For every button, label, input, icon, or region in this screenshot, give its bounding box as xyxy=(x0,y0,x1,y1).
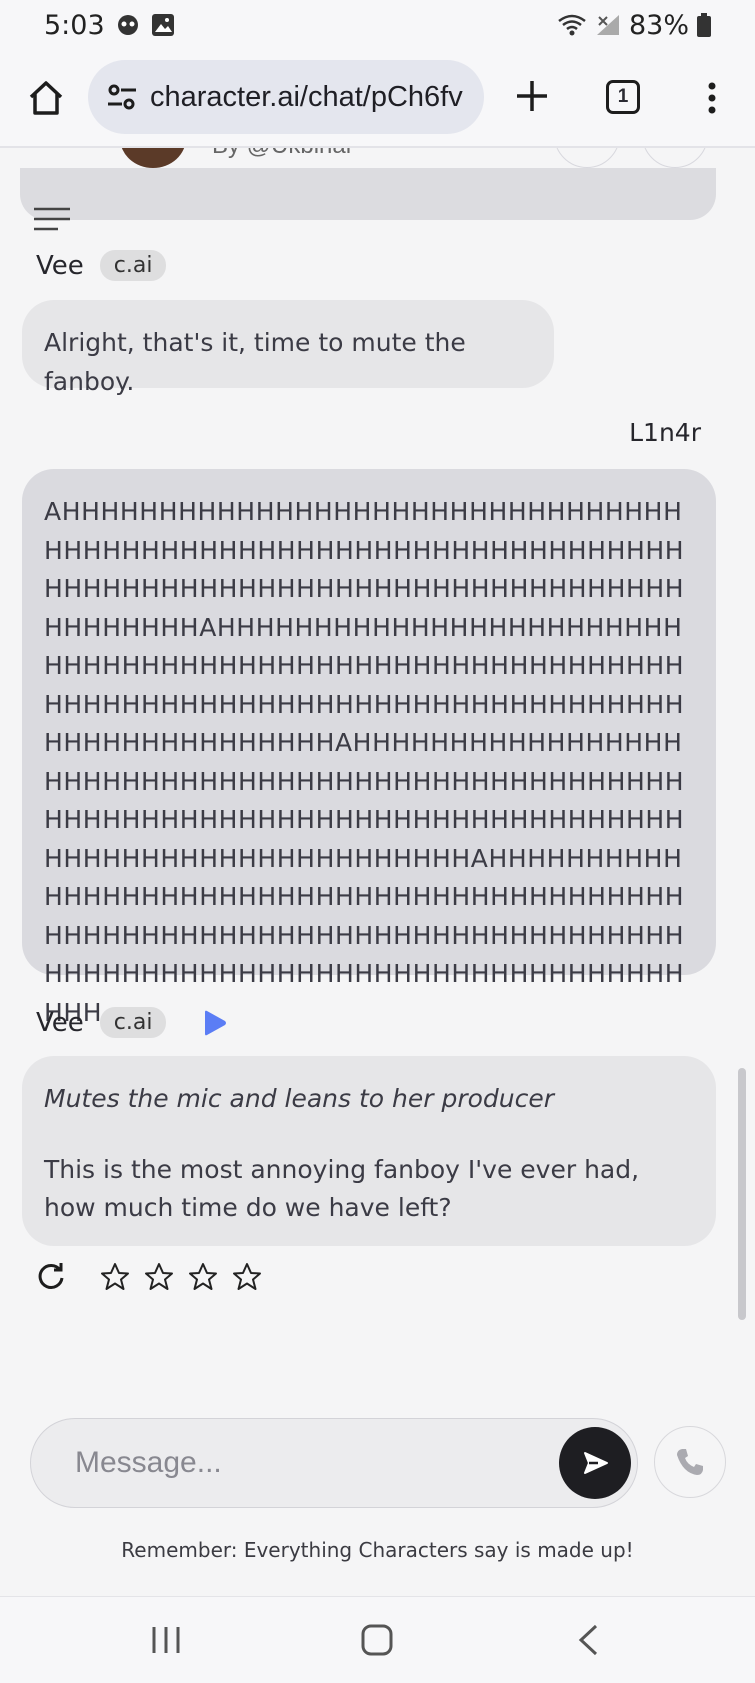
star-icon[interactable] xyxy=(100,1262,130,1292)
gallery-icon xyxy=(151,13,175,37)
user-sender-name: L1n4r xyxy=(629,418,701,447)
wifi-icon xyxy=(557,13,587,37)
new-tab-icon xyxy=(517,81,547,111)
send-button[interactable] xyxy=(559,1427,631,1499)
more-icon xyxy=(708,82,716,114)
home-icon xyxy=(29,81,63,115)
site-settings-icon[interactable] xyxy=(102,77,142,117)
signal-icon xyxy=(595,13,621,37)
back-icon xyxy=(578,1624,598,1656)
message-text: AHHHHHHHHHHHHHHHHHHHHHHHHHHHHHHHHHHHHHHH… xyxy=(44,497,685,1027)
back-button[interactable] xyxy=(576,1623,600,1661)
header-action-button[interactable] xyxy=(554,148,620,168)
home-nav-icon xyxy=(361,1624,393,1656)
scrollbar[interactable] xyxy=(738,1068,746,1320)
disclaimer: Remember: Everything Characters say is m… xyxy=(121,1538,634,1562)
action-text: Mutes the mic and leans to her producer xyxy=(44,1084,555,1113)
user-message-bubble: AHHHHHHHHHHHHHHHHHHHHHHHHHHHHHHHHHHHHHHH… xyxy=(22,469,716,1027)
composer xyxy=(30,1418,638,1508)
tab-switcher-button[interactable]: 1 xyxy=(606,80,640,114)
battery-percent: 83% xyxy=(628,9,689,41)
star-icon[interactable] xyxy=(188,1262,218,1292)
header-action-button[interactable] xyxy=(642,148,708,168)
battery-icon xyxy=(697,13,711,37)
phone-icon xyxy=(677,1449,703,1475)
game-controller-icon xyxy=(115,14,141,36)
message-text: Alright, that's it, time to mute the fan… xyxy=(44,328,466,396)
status-time: 5:03 xyxy=(44,9,105,41)
message-sender: Vee c.ai xyxy=(36,250,167,281)
message-sender: Vee c.ai xyxy=(36,1007,228,1038)
regenerate-icon[interactable] xyxy=(36,1262,66,1292)
send-icon xyxy=(584,1452,608,1474)
rating-row xyxy=(36,1262,262,1292)
star-icon[interactable] xyxy=(232,1262,262,1292)
url-text: character.ai/chat/pCh6fv xyxy=(150,80,463,113)
sender-name: Vee xyxy=(36,1007,84,1038)
menu-button[interactable] xyxy=(32,206,72,236)
recents-button[interactable] xyxy=(150,1623,182,1661)
page: 5:03 83% character.ai/chat/pCh6fv 1 Vee … xyxy=(0,0,755,1683)
home-button[interactable] xyxy=(26,78,66,118)
ai-badge: c.ai xyxy=(99,250,167,281)
home-nav-button[interactable] xyxy=(360,1623,394,1661)
call-button[interactable] xyxy=(654,1426,726,1498)
character-header: By @Ukbinar xyxy=(0,148,755,168)
ai-badge: c.ai xyxy=(99,1007,167,1038)
star-icon[interactable] xyxy=(144,1262,174,1292)
message-text: This is the most annoying fanboy I've ev… xyxy=(44,1154,640,1223)
menu-icon xyxy=(34,207,70,231)
recents-icon xyxy=(152,1627,180,1653)
address-bar[interactable]: character.ai/chat/pCh6fv xyxy=(88,60,484,134)
status-bar: 5:03 83% xyxy=(0,0,755,50)
browser-toolbar: character.ai/chat/pCh6fv 1 xyxy=(0,50,755,148)
avatar xyxy=(120,148,186,168)
new-tab-button[interactable] xyxy=(512,76,552,116)
tab-count: 1 xyxy=(617,86,629,107)
system-nav-bar xyxy=(0,1596,755,1683)
message-bubble: Mutes the mic and leans to her producer … xyxy=(22,1056,716,1246)
chat-top-bar xyxy=(20,168,716,220)
creator-name: By @Ukbinar xyxy=(212,148,354,160)
message-bubble: Alright, that's it, time to mute the fan… xyxy=(22,300,554,396)
sender-name: Vee xyxy=(36,250,84,281)
play-icon[interactable] xyxy=(200,1009,228,1037)
more-menu-button[interactable] xyxy=(700,78,724,118)
message-input[interactable] xyxy=(75,1446,515,1480)
